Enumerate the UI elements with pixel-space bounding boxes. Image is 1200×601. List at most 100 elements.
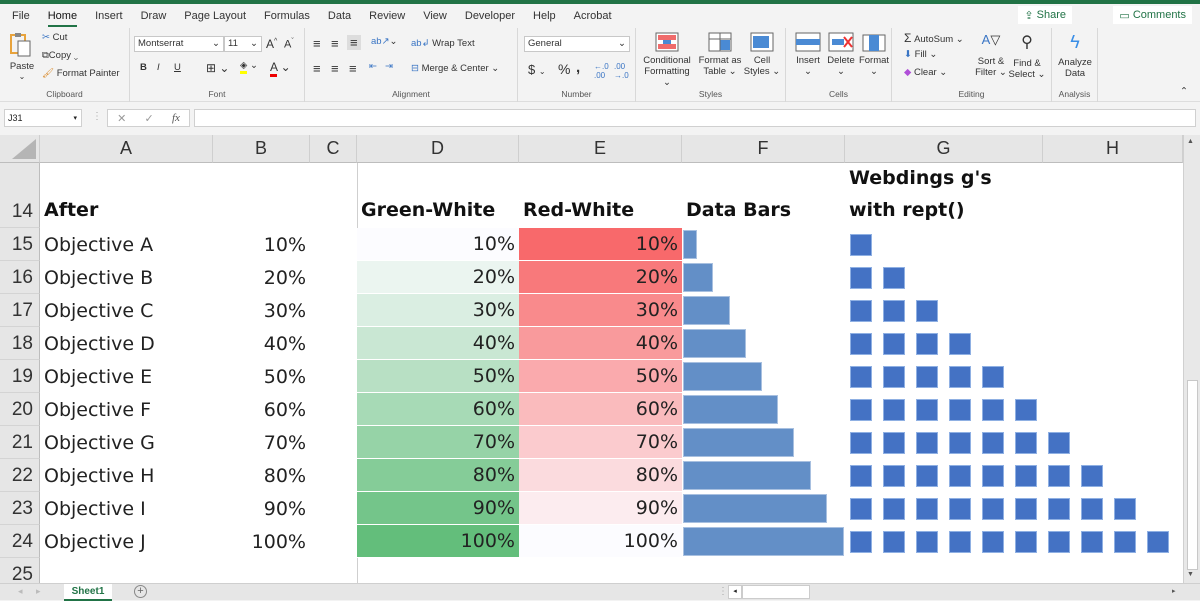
comma-button[interactable]: , xyxy=(576,59,580,76)
objective-cell[interactable]: Objective G xyxy=(40,426,213,459)
add-sheet-button[interactable]: + xyxy=(134,585,147,598)
objective-cell[interactable]: Objective I xyxy=(40,492,213,525)
decrease-decimal-button[interactable]: .00 →.0 xyxy=(614,62,629,80)
objective-cell[interactable]: Objective C xyxy=(40,294,213,327)
font-name-select[interactable]: Montserrat ⌄ xyxy=(134,36,224,52)
row-header-24[interactable]: 24 xyxy=(0,525,40,558)
value-cell-b[interactable]: 20% xyxy=(213,261,310,294)
scroll-up-icon[interactable]: ▲ xyxy=(1187,138,1194,145)
column-header-f[interactable]: F xyxy=(682,135,845,163)
green-white-cell[interactable]: 20% xyxy=(357,261,519,294)
align-right-button[interactable]: ≡ xyxy=(349,61,357,76)
red-white-cell[interactable]: 100% xyxy=(519,525,682,558)
menu-tab-view[interactable]: View xyxy=(423,10,447,22)
menu-tab-home[interactable]: Home xyxy=(47,10,78,27)
number-format-select[interactable]: General ⌄ xyxy=(524,36,630,52)
wrap-text-button[interactable]: ab↲ Wrap Text xyxy=(411,38,475,49)
delete-cells-button[interactable]: Delete ⌄ xyxy=(824,32,858,77)
row-header-25[interactable]: 25 xyxy=(0,558,40,583)
row-header-17[interactable]: 17 xyxy=(0,294,40,327)
format-as-table-button[interactable]: Format as Table ⌄ xyxy=(698,32,742,77)
sort-filter-button[interactable]: A▽ Sort & Filter ⌄ xyxy=(974,32,1008,78)
objective-cell[interactable]: Objective H xyxy=(40,459,213,492)
fill-color-button[interactable]: ◈ ⌄ xyxy=(240,60,258,74)
fx-icon[interactable]: fx xyxy=(172,112,180,124)
vertical-scroll-thumb[interactable] xyxy=(1187,380,1198,570)
red-white-cell[interactable]: 90% xyxy=(519,492,682,525)
row-header-19[interactable]: 19 xyxy=(0,360,40,393)
orientation-button[interactable]: ab↗⌄ xyxy=(371,36,398,47)
merge-center-button[interactable]: ⊟ Merge & Center ⌄ xyxy=(411,63,499,74)
formula-input[interactable] xyxy=(194,109,1196,127)
analyze-data-button[interactable]: ϟ Analyze Data xyxy=(1056,32,1094,79)
cell-styles-button[interactable]: Cell Styles ⌄ xyxy=(742,32,782,77)
underline-button[interactable]: U xyxy=(174,62,181,73)
name-box[interactable]: J31 ▾ xyxy=(4,109,82,127)
value-cell-b[interactable]: 10% xyxy=(213,228,310,261)
font-size-select[interactable]: 11 ⌄ xyxy=(224,36,262,52)
red-white-cell[interactable]: 40% xyxy=(519,327,682,360)
column-header-c[interactable]: C xyxy=(310,135,357,163)
percent-button[interactable]: % xyxy=(558,61,570,77)
autosum-button[interactable]: Σ AutoSum ⌄ xyxy=(904,31,964,45)
red-white-cell[interactable]: 80% xyxy=(519,459,682,492)
currency-button[interactable]: $ ⌄ xyxy=(528,62,546,77)
value-cell-b[interactable]: 50% xyxy=(213,360,310,393)
collapse-ribbon-button[interactable]: ⌃ xyxy=(1180,86,1188,97)
menu-tab-insert[interactable]: Insert xyxy=(95,10,123,22)
top-align-button[interactable]: ≡ xyxy=(313,36,321,51)
column-header-e[interactable]: E xyxy=(519,135,682,163)
column-header-d[interactable]: D xyxy=(357,135,519,163)
column-header-a[interactable]: A xyxy=(40,135,213,163)
green-white-cell[interactable]: 70% xyxy=(357,426,519,459)
row-header-15[interactable]: 15 xyxy=(0,228,40,261)
increase-decimal-button[interactable]: ←.0.00 xyxy=(594,62,609,80)
share-button[interactable]: ⇪ Share xyxy=(1018,6,1072,24)
value-cell-b[interactable]: 80% xyxy=(213,459,310,492)
value-cell-b[interactable]: 40% xyxy=(213,327,310,360)
green-white-cell[interactable]: 50% xyxy=(357,360,519,393)
row-header-14[interactable]: 14 xyxy=(0,163,40,228)
green-white-cell[interactable]: 10% xyxy=(357,228,519,261)
value-cell-b[interactable]: 70% xyxy=(213,426,310,459)
objective-cell[interactable]: Objective F xyxy=(40,393,213,426)
green-white-cell[interactable]: 40% xyxy=(357,327,519,360)
align-left-button[interactable]: ≡ xyxy=(313,61,321,76)
bottom-align-button[interactable]: ≡ xyxy=(347,35,361,50)
column-header-h[interactable]: H xyxy=(1043,135,1183,163)
row-header-21[interactable]: 21 xyxy=(0,426,40,459)
confirm-icon[interactable]: ✓ xyxy=(145,112,154,125)
menu-tab-data[interactable]: Data xyxy=(328,10,351,22)
fill-button[interactable]: ⬇ Fill ⌄ xyxy=(904,49,937,60)
menu-tab-help[interactable]: Help xyxy=(533,10,556,22)
conditional-formatting-button[interactable]: Conditional Formatting ⌄ xyxy=(642,32,692,88)
objective-cell[interactable]: Objective A xyxy=(40,228,213,261)
cut-button[interactable]: ✂ Cut xyxy=(42,32,67,43)
italic-button[interactable]: I xyxy=(157,62,160,73)
red-white-cell[interactable]: 10% xyxy=(519,228,682,261)
column-header-b[interactable]: B xyxy=(213,135,310,163)
red-white-cell[interactable]: 30% xyxy=(519,294,682,327)
middle-align-button[interactable]: ≡ xyxy=(331,36,339,51)
find-select-button[interactable]: ⚲ Find & Select ⌄ xyxy=(1008,32,1046,80)
scroll-left-icon[interactable]: ◂ xyxy=(728,585,742,599)
prev-sheet-icon[interactable]: ◂ xyxy=(18,586,23,597)
cancel-icon[interactable]: ✕ xyxy=(117,112,126,125)
green-white-cell[interactable]: 30% xyxy=(357,294,519,327)
next-sheet-icon[interactable]: ▸ xyxy=(36,586,41,597)
red-white-cell[interactable]: 60% xyxy=(519,393,682,426)
scroll-down-icon[interactable]: ▼ xyxy=(1187,571,1194,578)
align-center-button[interactable]: ≡ xyxy=(331,61,339,76)
clear-button[interactable]: ◆ Clear ⌄ xyxy=(904,67,947,78)
value-cell-b[interactable]: 30% xyxy=(213,294,310,327)
splitter-handle[interactable]: ⋮ xyxy=(718,586,728,597)
objective-cell[interactable]: Objective D xyxy=(40,327,213,360)
vertical-scrollbar[interactable]: ▲ ▼ xyxy=(1183,135,1200,583)
menu-tab-file[interactable]: File xyxy=(12,10,30,22)
font-color-button[interactable]: A ⌄ xyxy=(270,60,291,77)
menu-tab-acrobat[interactable]: Acrobat xyxy=(574,10,612,22)
value-cell-b[interactable]: 90% xyxy=(213,492,310,525)
menu-tab-formulas[interactable]: Formulas xyxy=(264,10,310,22)
format-cells-button[interactable]: Format ⌄ xyxy=(858,32,890,77)
menu-tab-page-layout[interactable]: Page Layout xyxy=(184,10,246,22)
